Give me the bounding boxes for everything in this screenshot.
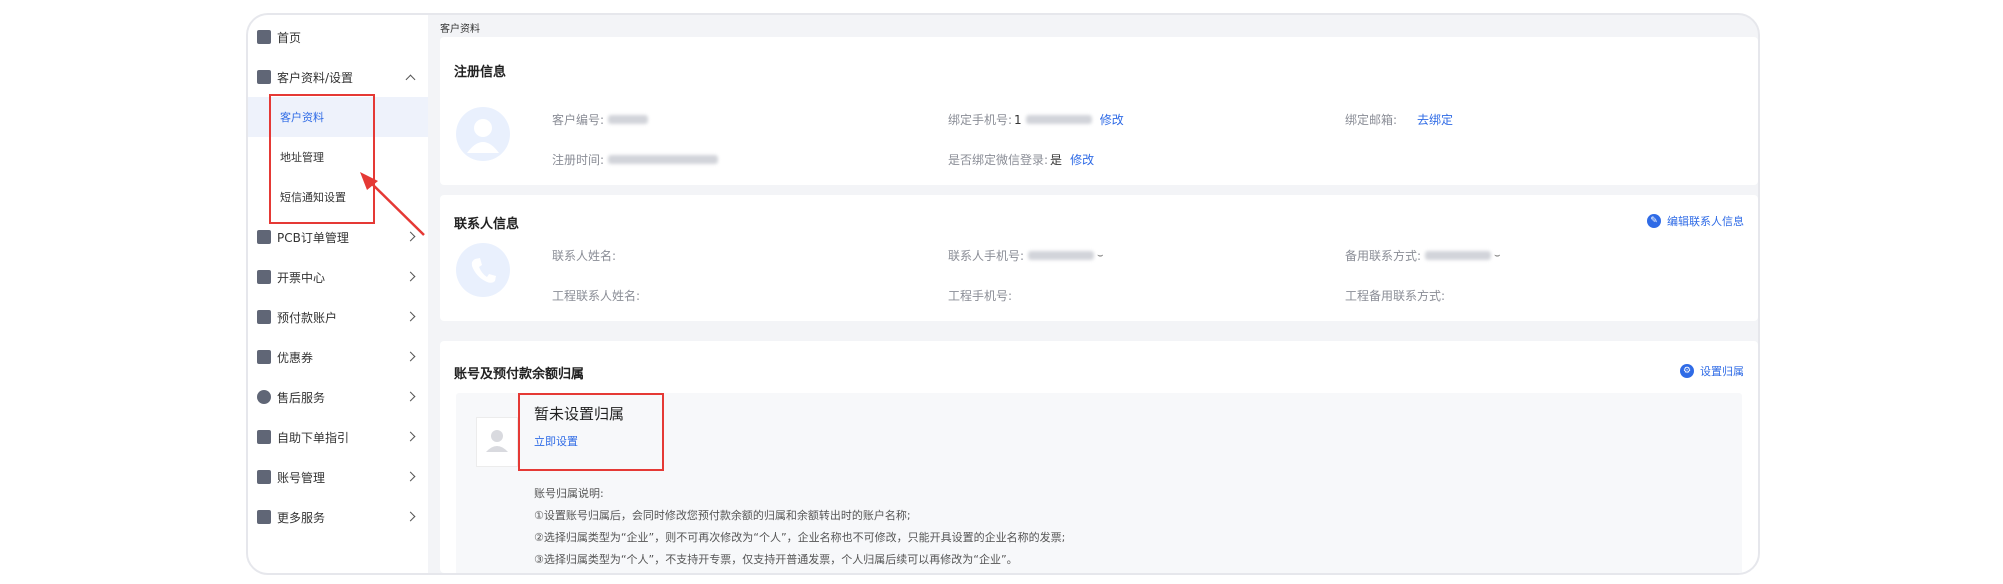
contact-avatar — [456, 243, 510, 297]
settings-icon: ⚙ — [1680, 364, 1694, 378]
wechat-login-field: 是否绑定微信登录: 是 修改 — [948, 151, 1095, 168]
sidebar-item-prepaid[interactable]: 预付款账户 — [248, 297, 428, 337]
chevron-right-icon — [405, 351, 416, 362]
chevron-right-icon — [405, 431, 416, 442]
contact-title: 联系人信息 — [454, 217, 520, 232]
chevron-right-icon — [405, 471, 416, 482]
chevron-right-icon — [405, 231, 416, 242]
engineering-contact-name-field: 工程联系人姓名: — [552, 289, 641, 303]
redacted-value — [1025, 115, 1092, 124]
engineering-backup-field: 工程备用联系方式: — [1345, 289, 1446, 303]
sidebar-item-home[interactable]: 首页 — [248, 17, 428, 57]
edit-wechat-link[interactable]: 修改 — [1070, 151, 1094, 168]
set-ownership-button[interactable]: ⚙ 设置归属 — [1680, 363, 1744, 379]
contact-name-field: 联系人姓名: — [552, 249, 617, 263]
note-item: ③选择归属类型为“个人”，不支持开专票，仅支持开普通发票，个人归属后续可以再修改… — [534, 553, 1018, 566]
sidebar: 首页 客户资料/设置 客户资料 地址管理 短信通知设置 PCB订单管理 开票中心 — [248, 15, 428, 573]
ownership-card: 账号及预付款余额归属 ⚙ 设置归属 暂未设置归属 立即设置 账号归属说明: ①设… — [440, 341, 1758, 573]
user-avatar-icon — [467, 119, 499, 153]
coupon-icon — [257, 350, 271, 364]
eye-closed-icon[interactable]: ⌣ — [1097, 250, 1104, 261]
note-item: ②选择归属类型为“企业”，则不可再次修改为“个人”，企业名称也不可修改，只能开具… — [534, 531, 1066, 544]
sidebar-item-guide[interactable]: 自助下单指引 — [248, 417, 428, 457]
contact-card: 联系人信息 ✎ 编辑联系人信息 联系人姓名: 联系人手机号: ⌣ 备用联系方式: — [440, 195, 1758, 321]
breadcrumb: 客户资料 — [440, 24, 480, 35]
contact-phone-field: 联系人手机号: ⌣ — [948, 249, 1104, 263]
home-icon — [257, 30, 271, 44]
edit-icon: ✎ — [1647, 214, 1661, 228]
chevron-right-icon — [405, 511, 416, 522]
account-icon — [257, 470, 271, 484]
bound-email-field: 绑定邮箱: 去绑定 — [1345, 111, 1454, 128]
engineering-phone-field: 工程手机号: — [948, 289, 1013, 303]
redacted-value — [608, 115, 649, 124]
highlight-box — [269, 94, 375, 224]
note-item: ①设置账号归属后，会同时修改您预付款余额的归属和余额转出时的账户名称; — [534, 509, 911, 522]
invoice-icon — [257, 270, 271, 284]
sidebar-item-invoice[interactable]: 开票中心 — [248, 257, 428, 297]
phone-icon — [471, 258, 496, 283]
ownership-title: 账号及预付款余额归属 — [454, 367, 585, 382]
main-content: 客户资料 注册信息 客户编号: 绑定手机号: 1 修改 绑定邮箱: 去绑定 注册… — [428, 15, 1758, 573]
ownership-panel: 暂未设置归属 立即设置 账号归属说明: ①设置账号归属后，会同时修改您预付款余额… — [456, 393, 1742, 573]
sidebar-item-coupons[interactable]: 优惠券 — [248, 337, 428, 377]
redacted-value — [608, 155, 719, 164]
chevron-up-icon — [405, 74, 416, 85]
registration-card: 注册信息 客户编号: 绑定手机号: 1 修改 绑定邮箱: 去绑定 注册时间: 是… — [440, 37, 1758, 185]
sidebar-item-more[interactable]: 更多服务 — [248, 497, 428, 537]
avatar — [456, 107, 510, 161]
edit-contact-button[interactable]: ✎ 编辑联系人信息 — [1647, 213, 1744, 229]
sidebar-item-account[interactable]: 账号管理 — [248, 457, 428, 497]
edit-phone-link[interactable]: 修改 — [1100, 111, 1124, 128]
guide-icon — [257, 430, 271, 444]
placeholder-user-icon — [476, 417, 518, 467]
redacted-value — [1425, 251, 1492, 260]
app-window: 首页 客户资料/设置 客户资料 地址管理 短信通知设置 PCB订单管理 开票中心 — [246, 13, 1760, 575]
after-sales-icon — [257, 390, 271, 404]
highlight-box — [518, 393, 664, 471]
registration-title: 注册信息 — [454, 65, 507, 80]
chevron-right-icon — [405, 391, 416, 402]
customer-id-field: 客户编号: — [552, 111, 649, 128]
bound-phone-field: 绑定手机号: 1 修改 — [948, 111, 1124, 128]
bind-email-link[interactable]: 去绑定 — [1417, 111, 1453, 128]
order-icon — [257, 230, 271, 244]
user-profile-icon — [257, 70, 271, 84]
redacted-value — [1028, 251, 1095, 260]
more-icon — [257, 510, 271, 524]
sidebar-item-customer-settings[interactable]: 客户资料/设置 — [248, 57, 428, 97]
wallet-icon — [257, 310, 271, 324]
sidebar-item-after-sales[interactable]: 售后服务 — [248, 377, 428, 417]
registration-time-field: 注册时间: — [552, 151, 719, 168]
backup-contact-field: 备用联系方式: ⌣ — [1345, 249, 1501, 263]
eye-closed-icon[interactable]: ⌣ — [1494, 250, 1501, 261]
chevron-right-icon — [405, 271, 416, 282]
chevron-right-icon — [405, 311, 416, 322]
notes-title: 账号归属说明: — [534, 487, 604, 500]
